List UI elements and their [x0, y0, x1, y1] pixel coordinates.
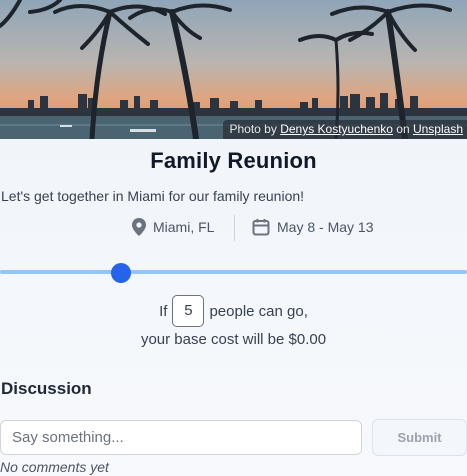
- event-location-text: Miami, FL: [153, 219, 215, 235]
- event-meta: Miami, FL May 8 - May 13: [0, 215, 467, 241]
- cover-photo: Photo by Denys Kostyuchenko on Unsplash: [0, 0, 467, 139]
- event-description: Let's get together in Miami for our fami…: [1, 188, 305, 204]
- cost-suffix: people can go,: [209, 302, 308, 320]
- people-slider[interactable]: [0, 263, 467, 283]
- submit-button[interactable]: Submit: [372, 419, 467, 456]
- event-title: Family Reunion: [150, 148, 317, 173]
- discussion-heading: Discussion: [1, 379, 92, 398]
- location-pin-icon: [132, 218, 146, 236]
- cover-photo-image: [0, 0, 467, 139]
- photo-credit-on: on: [396, 122, 410, 136]
- no-comments-text: No comments yet: [0, 459, 109, 475]
- event-location: Miami, FL: [132, 218, 214, 236]
- meta-divider: [234, 215, 235, 241]
- photo-author-link[interactable]: Denys Kostyuchenko: [280, 122, 393, 136]
- photo-credit-prefix: Photo by: [229, 122, 277, 136]
- base-cost-text: your base cost will be $0.00: [140, 331, 327, 348]
- event-dates-text: May 8 - May 13: [277, 219, 374, 235]
- slider-track[interactable]: [0, 270, 467, 274]
- event-dates: May 8 - May 13: [252, 218, 373, 236]
- photo-site-link[interactable]: Unsplash: [413, 122, 463, 136]
- cost-prefix: If: [159, 302, 168, 320]
- slider-thumb[interactable]: [111, 263, 132, 283]
- cost-line-1: If 5 people can go,: [0, 295, 467, 327]
- comment-input[interactable]: [0, 420, 362, 455]
- calendar-icon: [252, 219, 270, 236]
- people-count-box[interactable]: 5: [172, 295, 205, 327]
- photo-credit: Photo by Denys Kostyuchenko on Unsplash: [223, 120, 467, 139]
